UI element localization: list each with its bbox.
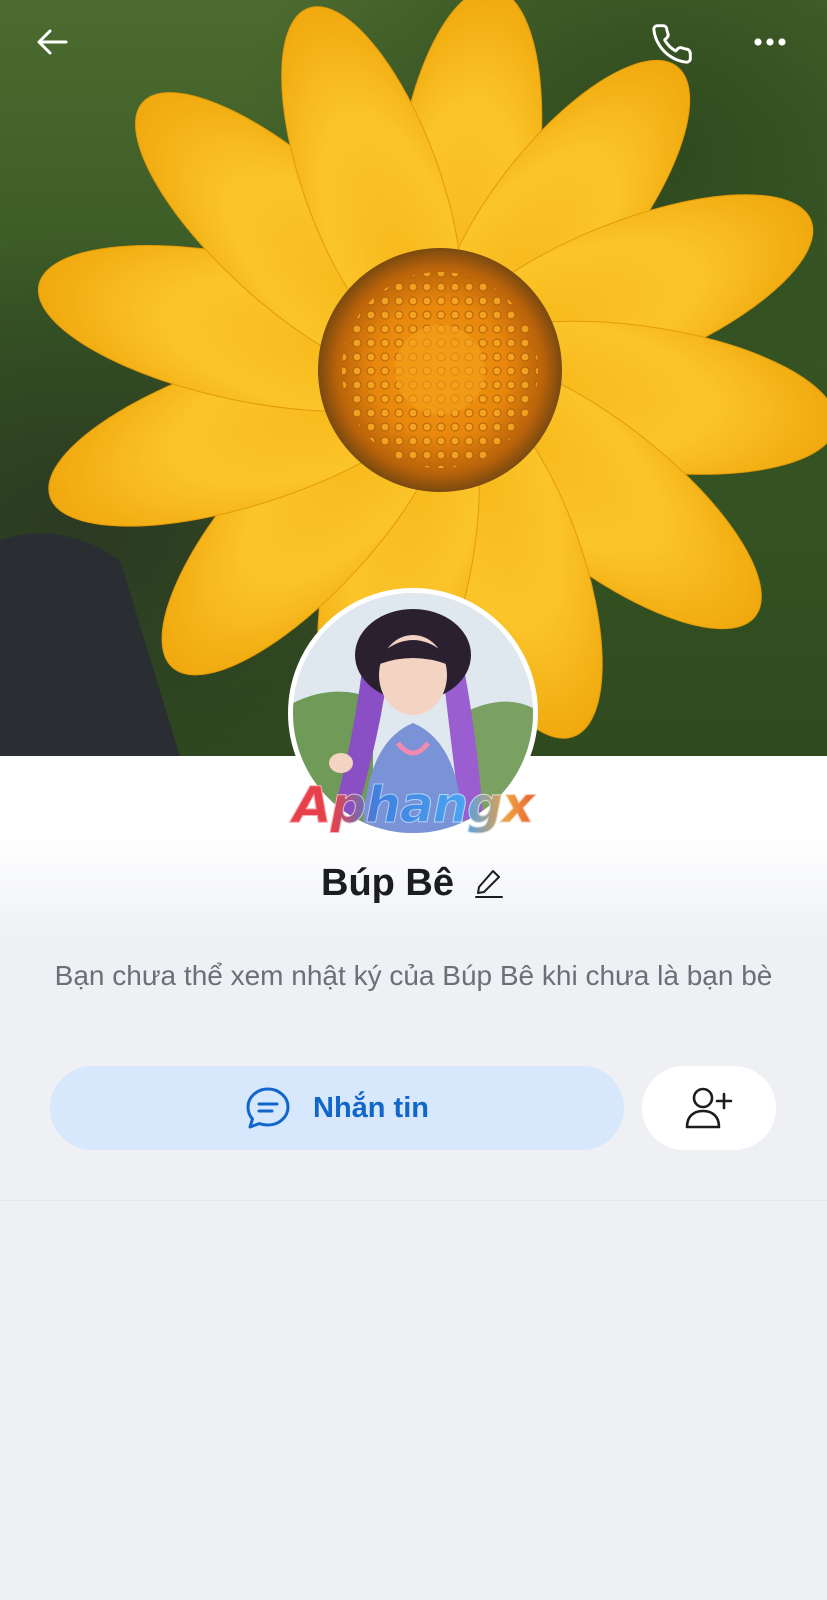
phone-icon (652, 24, 692, 64)
profile-name-row: Búp Bê (0, 858, 827, 908)
add-friend-icon (685, 1087, 733, 1129)
profile-name: Búp Bê (321, 861, 454, 904)
call-button[interactable] (650, 22, 702, 74)
pencil-icon (475, 870, 503, 898)
chat-bubble-icon (246, 1087, 290, 1129)
arrow-left-icon (37, 29, 68, 55)
message-button[interactable]: Nhắn tin (50, 1066, 624, 1150)
back-button[interactable] (32, 22, 84, 74)
watermark-text: Aphangx (288, 776, 538, 835)
edit-name-button[interactable] (472, 866, 506, 900)
privacy-notice: Bạn chưa thể xem nhật ký của Búp Bê khi … (54, 960, 773, 991)
more-button[interactable] (750, 22, 802, 74)
section-divider (0, 1200, 827, 1201)
more-horizontal-icon (754, 38, 786, 46)
add-friend-button[interactable] (642, 1066, 776, 1150)
message-button-label: Nhắn tin (313, 1091, 429, 1124)
